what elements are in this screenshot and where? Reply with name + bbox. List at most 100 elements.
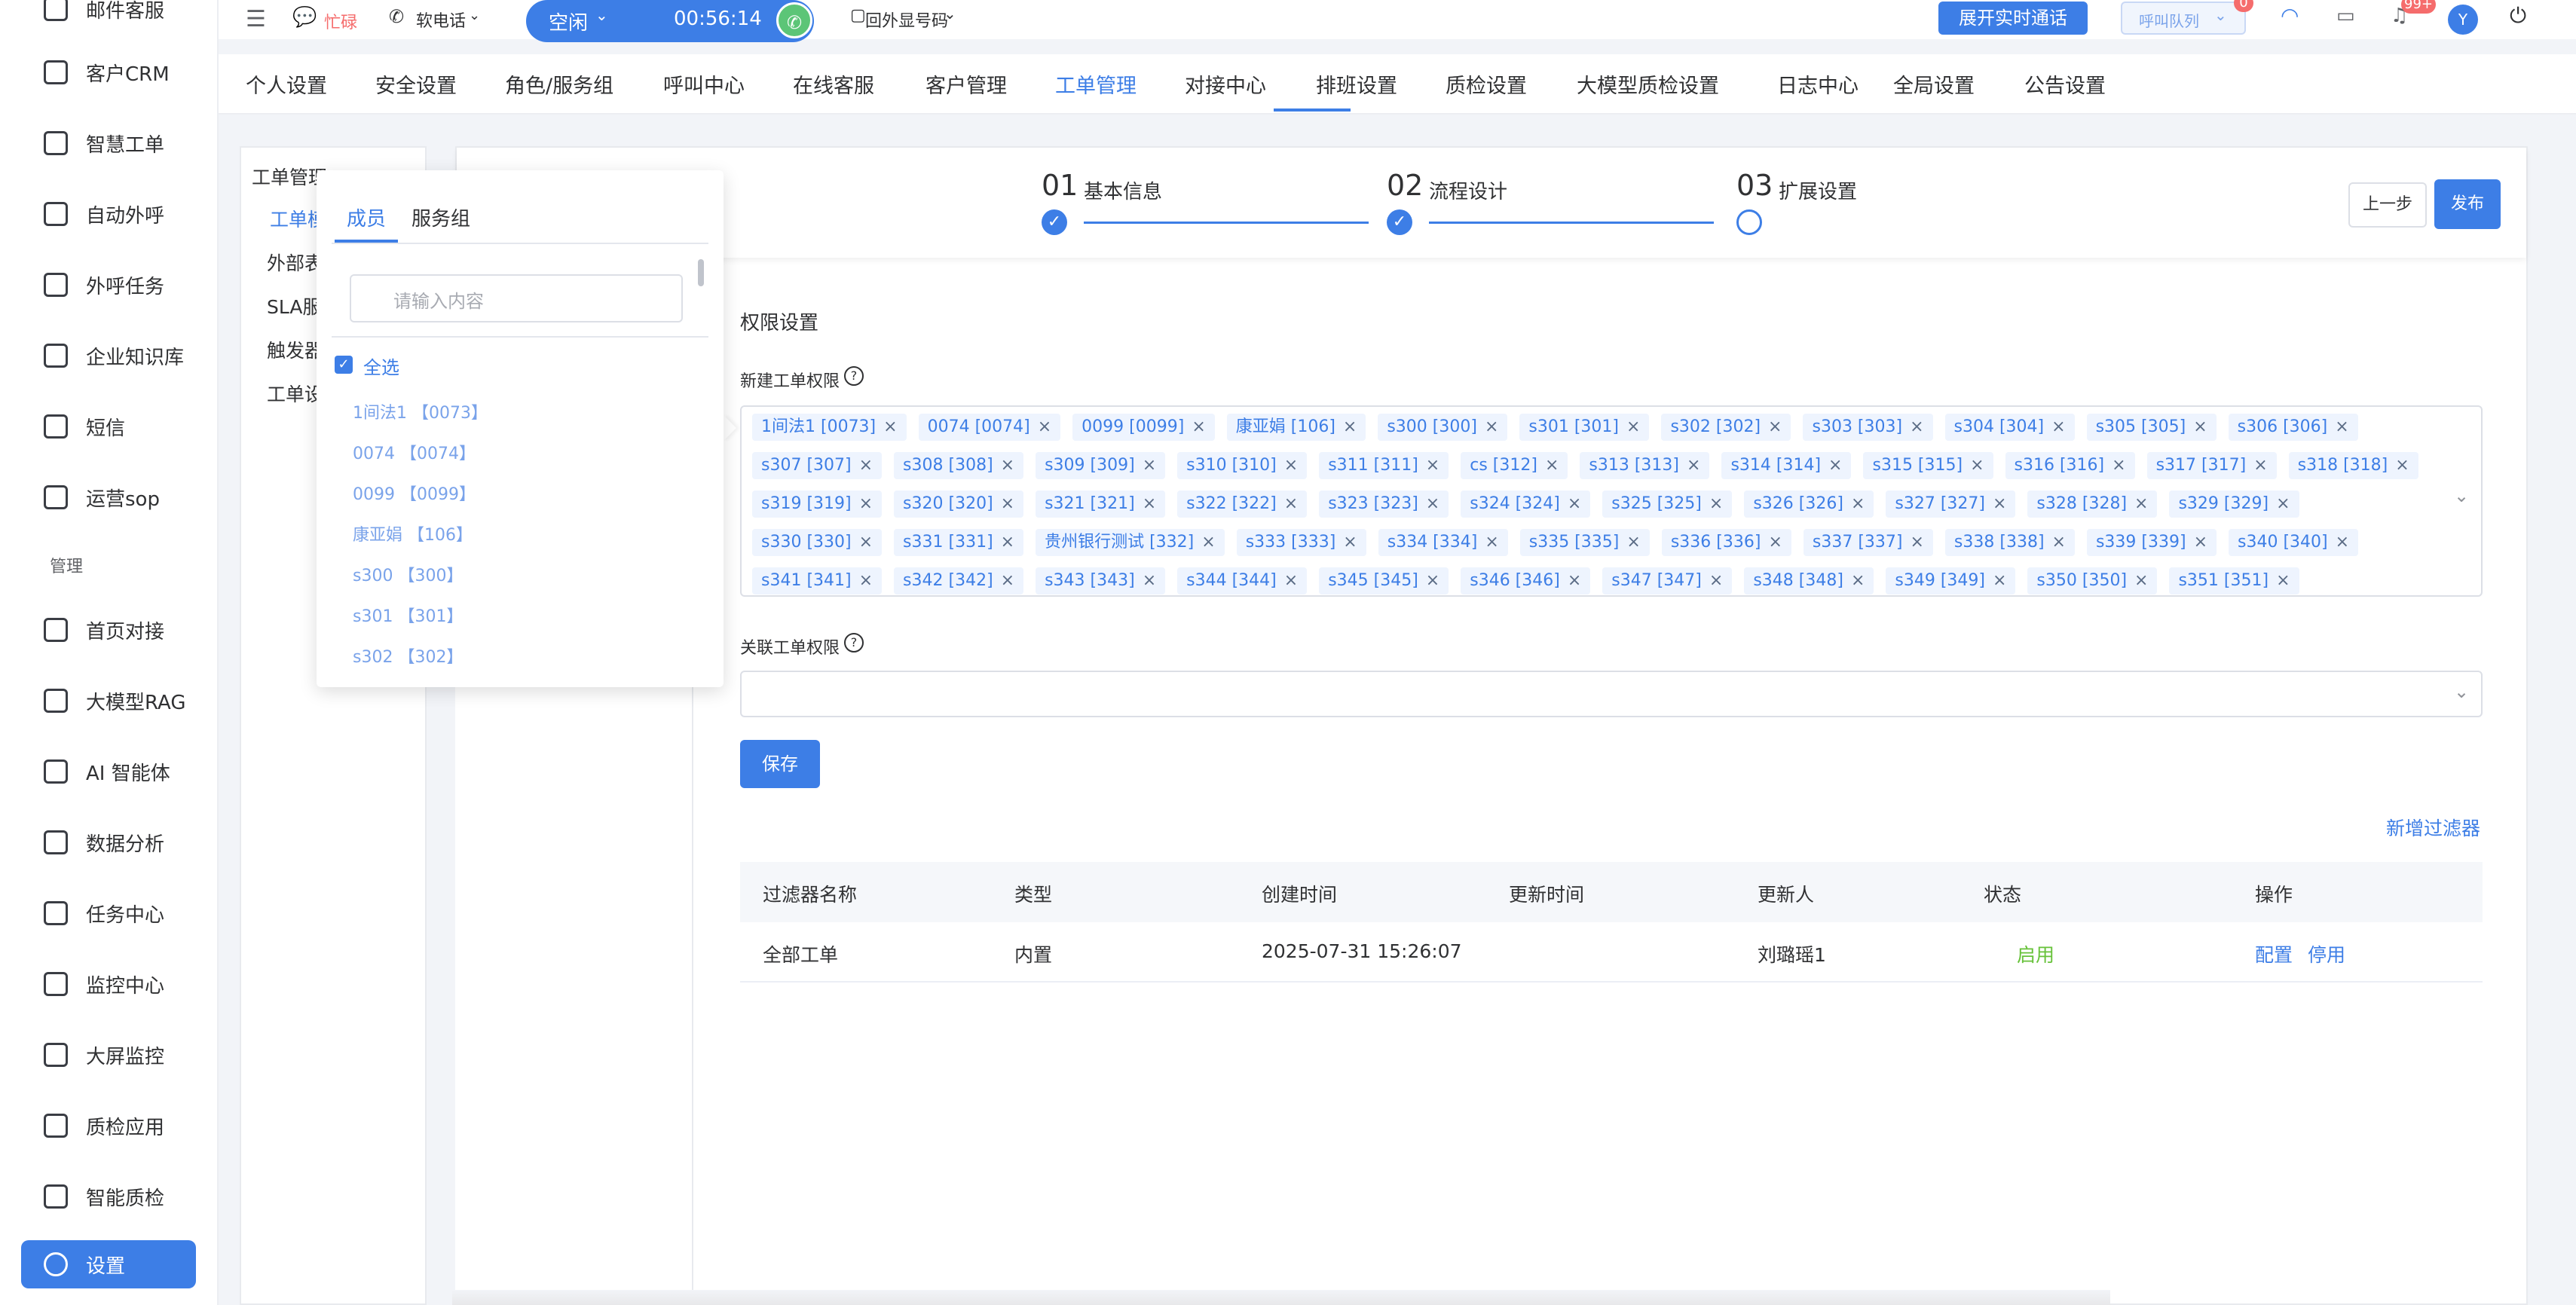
permission-tag[interactable]: 贵州银行测试 [332] ×	[1036, 529, 1225, 556]
permission-tag[interactable]: s303 [303] ×	[1803, 414, 1933, 441]
member-option[interactable]: s301 【301】	[353, 603, 463, 627]
close-icon[interactable]: ×	[2335, 417, 2348, 436]
power-icon[interactable]: ⏻	[2510, 3, 2526, 29]
submenu-item-2[interactable]: 外部表	[267, 249, 323, 276]
member-option[interactable]: s300 【300】	[353, 562, 463, 586]
permission-tag[interactable]: 康亚娟 [106] ×	[1226, 414, 1366, 441]
sidebar-item-settings[interactable]: 设置	[21, 1240, 196, 1288]
sidebar-item-4[interactable]: 外呼任务	[44, 262, 164, 307]
sidebar-manage-item-9[interactable]: 智能质检	[44, 1174, 164, 1219]
tab-10[interactable]: 质检设置	[1446, 69, 1527, 99]
permission-tag[interactable]: s351 [351] ×	[2169, 567, 2299, 594]
member-option[interactable]: s302 【302】	[353, 643, 463, 668]
action-link-1[interactable]: 配置	[2255, 940, 2293, 967]
permission-tag[interactable]: s301 [301] ×	[1519, 414, 1650, 441]
permission-tag[interactable]: s328 [328] ×	[2027, 491, 2158, 518]
close-icon[interactable]: ×	[1851, 494, 1865, 513]
permission-tag[interactable]: s329 [329] ×	[2169, 491, 2299, 518]
permission-tag[interactable]: s333 [333] ×	[1236, 529, 1366, 556]
close-icon[interactable]: ×	[883, 417, 897, 436]
help-icon[interactable]: ?	[844, 366, 864, 386]
permission-tag[interactable]: s304 [304] ×	[1944, 414, 2075, 441]
permission-tag[interactable]: s323 [323] ×	[1319, 491, 1449, 518]
close-icon[interactable]: ×	[1426, 456, 1439, 475]
close-icon[interactable]: ×	[1038, 417, 1051, 436]
permission-tag[interactable]: s310 [310] ×	[1177, 452, 1308, 479]
answer-call-icon[interactable]: ✆	[776, 2, 812, 38]
sidebar-item-1[interactable]: 客户CRM	[44, 50, 170, 95]
close-icon[interactable]: ×	[1426, 494, 1439, 513]
publish-button[interactable]: 发布	[2434, 179, 2501, 229]
menu-collapse-icon[interactable]: ☰	[246, 6, 266, 32]
permission-tag[interactable]: s337 [337] ×	[1803, 529, 1933, 556]
permission-tag[interactable]: s340 [340] ×	[2229, 529, 2359, 556]
close-icon[interactable]: ×	[1993, 571, 2006, 590]
softphone-dropdown[interactable]: 软电话	[416, 8, 466, 32]
close-icon[interactable]: ×	[2134, 571, 2148, 590]
close-icon[interactable]: ×	[1910, 533, 1923, 552]
close-icon[interactable]: ×	[1709, 494, 1723, 513]
close-icon[interactable]: ×	[1568, 571, 1581, 590]
permission-tag[interactable]: 0099 [0099] ×	[1072, 414, 1215, 441]
close-icon[interactable]: ×	[859, 571, 873, 590]
permission-tag[interactable]: s313 [313] ×	[1580, 452, 1710, 479]
permission-tag[interactable]: 1间法1 [0073] ×	[752, 414, 907, 441]
tab-1[interactable]: 个人设置	[246, 69, 327, 99]
help-icon[interactable]: ?	[844, 633, 864, 652]
popover-scrollbar[interactable]	[698, 259, 704, 286]
close-icon[interactable]: ×	[859, 533, 873, 552]
add-filter-link[interactable]: 新增过滤器	[2386, 814, 2480, 841]
book-icon[interactable]: ▭	[2336, 5, 2355, 27]
tab-members[interactable]: 成员	[347, 203, 386, 231]
close-icon[interactable]: ×	[1970, 456, 1984, 475]
close-icon[interactable]: ×	[2276, 571, 2290, 590]
close-icon[interactable]: ×	[2193, 417, 2207, 436]
sidebar-item-email[interactable]: 邮件客服	[44, 0, 164, 32]
permission-tag[interactable]: s311 [311] ×	[1319, 452, 1449, 479]
realtime-call-button[interactable]: 展开实时通话	[1938, 2, 2088, 35]
close-icon[interactable]: ×	[1001, 494, 1014, 513]
close-icon[interactable]: ×	[1284, 456, 1298, 475]
permission-tag[interactable]: s346 [346] ×	[1461, 567, 1591, 594]
close-icon[interactable]: ×	[1485, 417, 1498, 436]
close-icon[interactable]: ×	[1687, 456, 1700, 475]
permission-tag[interactable]: s314 [314] ×	[1721, 452, 1852, 479]
sidebar-manage-item-4[interactable]: 数据分析	[44, 820, 164, 865]
close-icon[interactable]: ×	[1343, 417, 1357, 436]
sidebar-item-3[interactable]: 自动外呼	[44, 191, 164, 237]
permission-tag[interactable]: s336 [336] ×	[1661, 529, 1791, 556]
permission-tag[interactable]: 0074 [0074] ×	[918, 414, 1061, 441]
close-icon[interactable]: ×	[1626, 417, 1640, 436]
prev-step-button[interactable]: 上一步	[2348, 182, 2427, 228]
permission-tag[interactable]: s318 [318] ×	[2288, 452, 2418, 479]
permission-tag[interactable]: s345 [345] ×	[1319, 567, 1449, 594]
close-icon[interactable]: ×	[1201, 533, 1215, 552]
sidebar-manage-item-3[interactable]: AI 智能体	[44, 749, 170, 794]
permission-tag[interactable]: s319 [319] ×	[752, 491, 883, 518]
permission-tag[interactable]: cs [312] ×	[1461, 452, 1568, 479]
close-icon[interactable]: ×	[1485, 533, 1498, 552]
tab-service-groups[interactable]: 服务组	[411, 203, 470, 231]
agent-status-pill[interactable]: 空闲 ⌄ 00:56:14	[526, 0, 814, 42]
permission-tag[interactable]: s316 [316] ×	[2005, 452, 2135, 479]
queue-dropdown[interactable]: 呼叫队列 ⌄	[2121, 2, 2246, 35]
close-icon[interactable]: ×	[1993, 494, 2006, 513]
permission-tag[interactable]: s348 [348] ×	[1744, 567, 1874, 594]
close-icon[interactable]: ×	[2336, 533, 2349, 552]
close-icon[interactable]: ×	[2276, 494, 2290, 513]
close-icon[interactable]: ×	[2194, 533, 2207, 552]
close-icon[interactable]: ×	[1626, 533, 1640, 552]
permission-tag[interactable]: s302 [302] ×	[1661, 414, 1791, 441]
member-option[interactable]: 康亚娟 【106】	[353, 521, 473, 546]
close-icon[interactable]: ×	[2134, 494, 2148, 513]
tab-5[interactable]: 在线客服	[793, 69, 874, 99]
busy-status[interactable]: 忙碌	[324, 9, 357, 33]
permission-tag[interactable]: s339 [339] ×	[2086, 529, 2217, 556]
close-icon[interactable]: ×	[1143, 494, 1156, 513]
permission-tag[interactable]: s321 [321] ×	[1036, 491, 1166, 518]
permission-tag[interactable]: s335 [335] ×	[1519, 529, 1650, 556]
member-option[interactable]: 1间法1 【0073】	[353, 399, 488, 423]
sidebar-manage-item-7[interactable]: 大屏监控	[44, 1032, 164, 1077]
permission-tag[interactable]: s322 [322] ×	[1177, 491, 1308, 518]
permission-tag[interactable]: s309 [309] ×	[1036, 452, 1166, 479]
